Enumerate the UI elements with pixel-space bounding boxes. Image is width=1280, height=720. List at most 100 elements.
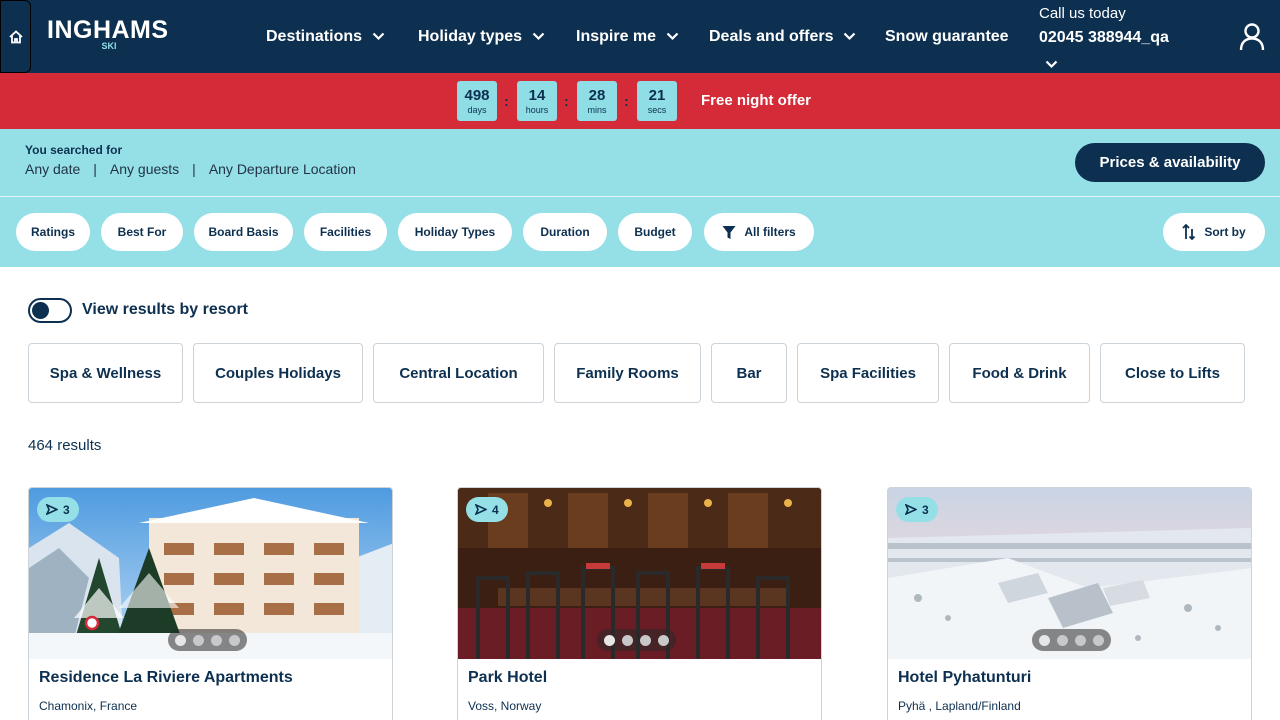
carousel-dot[interactable] xyxy=(604,634,615,646)
results-count: 464 results xyxy=(28,437,102,454)
filter-bar: Ratings Best For Board Basis Facilities … xyxy=(0,196,1280,267)
hotel-title[interactable]: Park Hotel xyxy=(468,669,547,687)
sort-by-button[interactable]: Sort by xyxy=(1163,213,1265,251)
countdown-unit: days xyxy=(467,105,487,115)
carousel-dot[interactable] xyxy=(229,634,240,646)
rating-badge: 3 xyxy=(896,497,938,522)
nav-label: Destinations xyxy=(266,27,363,45)
all-filters-button[interactable]: All filters xyxy=(704,213,814,251)
offer-banner[interactable]: 498 days : 14 hours : 28 mins : 21 secs … xyxy=(0,73,1280,129)
carousel-dot[interactable] xyxy=(175,634,186,646)
hotel-image[interactable]: 3 xyxy=(888,488,1251,659)
search-values[interactable]: Any date | Any guests | Any Departure Lo… xyxy=(25,161,356,177)
hotel-image[interactable]: 3 xyxy=(29,488,392,659)
image-carousel-dots[interactable] xyxy=(1032,629,1111,651)
filter-duration[interactable]: Duration xyxy=(523,213,607,251)
nav-label: Deals and offers xyxy=(709,27,834,45)
search-summary: You searched for Any date | Any guests |… xyxy=(0,129,1280,196)
tag-spa-wellness[interactable]: Spa & Wellness xyxy=(28,343,183,403)
toggle-label: View results by resort xyxy=(82,301,248,318)
countdown-value: 28 xyxy=(588,87,606,104)
filter-facilities[interactable]: Facilities xyxy=(304,213,387,251)
image-carousel-dots[interactable] xyxy=(168,629,247,651)
carousel-dot[interactable] xyxy=(1039,634,1050,646)
view-by-resort-toggle[interactable] xyxy=(28,298,72,323)
hotel-image[interactable]: 4 xyxy=(458,488,821,659)
account-button[interactable] xyxy=(1238,22,1266,52)
countdown-separator: : xyxy=(504,93,509,109)
nav-label: Snow guarantee xyxy=(885,27,1009,45)
rating-value: 3 xyxy=(922,502,929,517)
chevron-down-icon xyxy=(532,32,545,41)
inghams-logo[interactable]: INGHAMS SKI xyxy=(47,16,169,51)
hotel-card[interactable]: 3 Residence La Riviere Apartments Chamon… xyxy=(28,487,393,720)
nav-holiday-types[interactable]: Holiday types xyxy=(418,0,545,73)
tag-close-to-lifts[interactable]: Close to Lifts xyxy=(1100,343,1245,403)
search-label: You searched for xyxy=(25,143,123,157)
filter-ratings[interactable]: Ratings xyxy=(16,213,90,251)
filter-icon xyxy=(722,225,736,239)
tag-family-rooms[interactable]: Family Rooms xyxy=(554,343,701,403)
prices-availability-button[interactable]: Prices & availability xyxy=(1075,143,1265,182)
rating-badge: 3 xyxy=(37,497,79,522)
nav-deals-and-offers[interactable]: Deals and offers xyxy=(709,0,856,73)
nav-label: Inspire me xyxy=(576,27,657,45)
countdown-mins: 28 mins xyxy=(577,81,617,121)
search-departure: Any Departure Location xyxy=(208,161,356,177)
toggle-knob xyxy=(32,302,49,319)
offer-text[interactable]: Free night offer xyxy=(701,92,811,109)
countdown-value: 14 xyxy=(528,87,546,104)
hotel-title[interactable]: Hotel Pyhatunturi xyxy=(898,669,1031,687)
home-icon xyxy=(8,29,23,43)
send-icon xyxy=(475,504,487,515)
chevron-down-icon xyxy=(666,32,679,41)
home-button[interactable] xyxy=(0,0,31,73)
carousel-dot[interactable] xyxy=(1093,634,1104,646)
hotel-title[interactable]: Residence La Riviere Apartments xyxy=(39,669,293,687)
tag-food-drink[interactable]: Food & Drink xyxy=(949,343,1090,403)
tag-central-location[interactable]: Central Location xyxy=(373,343,544,403)
filter-holiday-types[interactable]: Holiday Types xyxy=(398,213,512,251)
hotel-location: Chamonix, France xyxy=(39,699,138,713)
carousel-dot[interactable] xyxy=(1075,634,1086,646)
tag-bar[interactable]: Bar xyxy=(711,343,787,403)
logo-text: INGHAMS xyxy=(47,16,169,44)
carousel-dot[interactable] xyxy=(211,634,222,646)
call-number[interactable]: 02045 388944_qa xyxy=(1039,29,1169,47)
carousel-dot[interactable] xyxy=(640,634,651,646)
nav-label: Holiday types xyxy=(418,27,523,45)
carousel-dot[interactable] xyxy=(193,634,204,646)
hotel-location: Voss, Norway xyxy=(468,699,542,713)
search-date: Any date xyxy=(25,161,81,177)
countdown-unit: hours xyxy=(525,105,549,115)
countdown-days: 498 days xyxy=(457,81,497,121)
filter-board-basis[interactable]: Board Basis xyxy=(194,213,293,251)
hotel-card[interactable]: 4 Park Hotel Voss, Norway xyxy=(457,487,822,720)
all-filters-label: All filters xyxy=(744,225,796,239)
hotel-card[interactable]: 3 Hotel Pyhatunturi Pyhä , Lapland/Finla… xyxy=(887,487,1252,720)
rating-badge: 4 xyxy=(466,497,508,522)
carousel-dot[interactable] xyxy=(1057,634,1068,646)
call-us[interactable]: Call us today 02045 388944_qa xyxy=(1039,5,1169,69)
tag-couples-holidays[interactable]: Couples Holidays xyxy=(193,343,363,403)
nav-snow-guarantee[interactable]: Snow guarantee xyxy=(885,0,1009,73)
tag-spa-facilities[interactable]: Spa Facilities xyxy=(797,343,939,403)
nav-destinations[interactable]: Destinations xyxy=(266,0,385,73)
countdown-separator: : xyxy=(624,93,629,109)
sort-icon xyxy=(1182,224,1196,240)
chevron-down-icon xyxy=(843,32,856,41)
countdown-hours: 14 hours xyxy=(517,81,557,121)
search-guests: Any guests xyxy=(109,161,180,177)
chevron-down-icon xyxy=(372,32,385,41)
carousel-dot[interactable] xyxy=(622,634,633,646)
image-carousel-dots[interactable] xyxy=(597,629,676,651)
carousel-dot[interactable] xyxy=(658,634,669,646)
countdown-unit: secs xyxy=(647,105,667,115)
nav-inspire-me[interactable]: Inspire me xyxy=(576,0,679,73)
chevron-down-icon[interactable] xyxy=(1045,56,1058,74)
user-icon xyxy=(1239,23,1265,51)
filter-best-for[interactable]: Best For xyxy=(101,213,183,251)
filter-budget[interactable]: Budget xyxy=(618,213,692,251)
logo-sub: SKI xyxy=(101,41,117,51)
countdown-secs: 21 secs xyxy=(637,81,677,121)
